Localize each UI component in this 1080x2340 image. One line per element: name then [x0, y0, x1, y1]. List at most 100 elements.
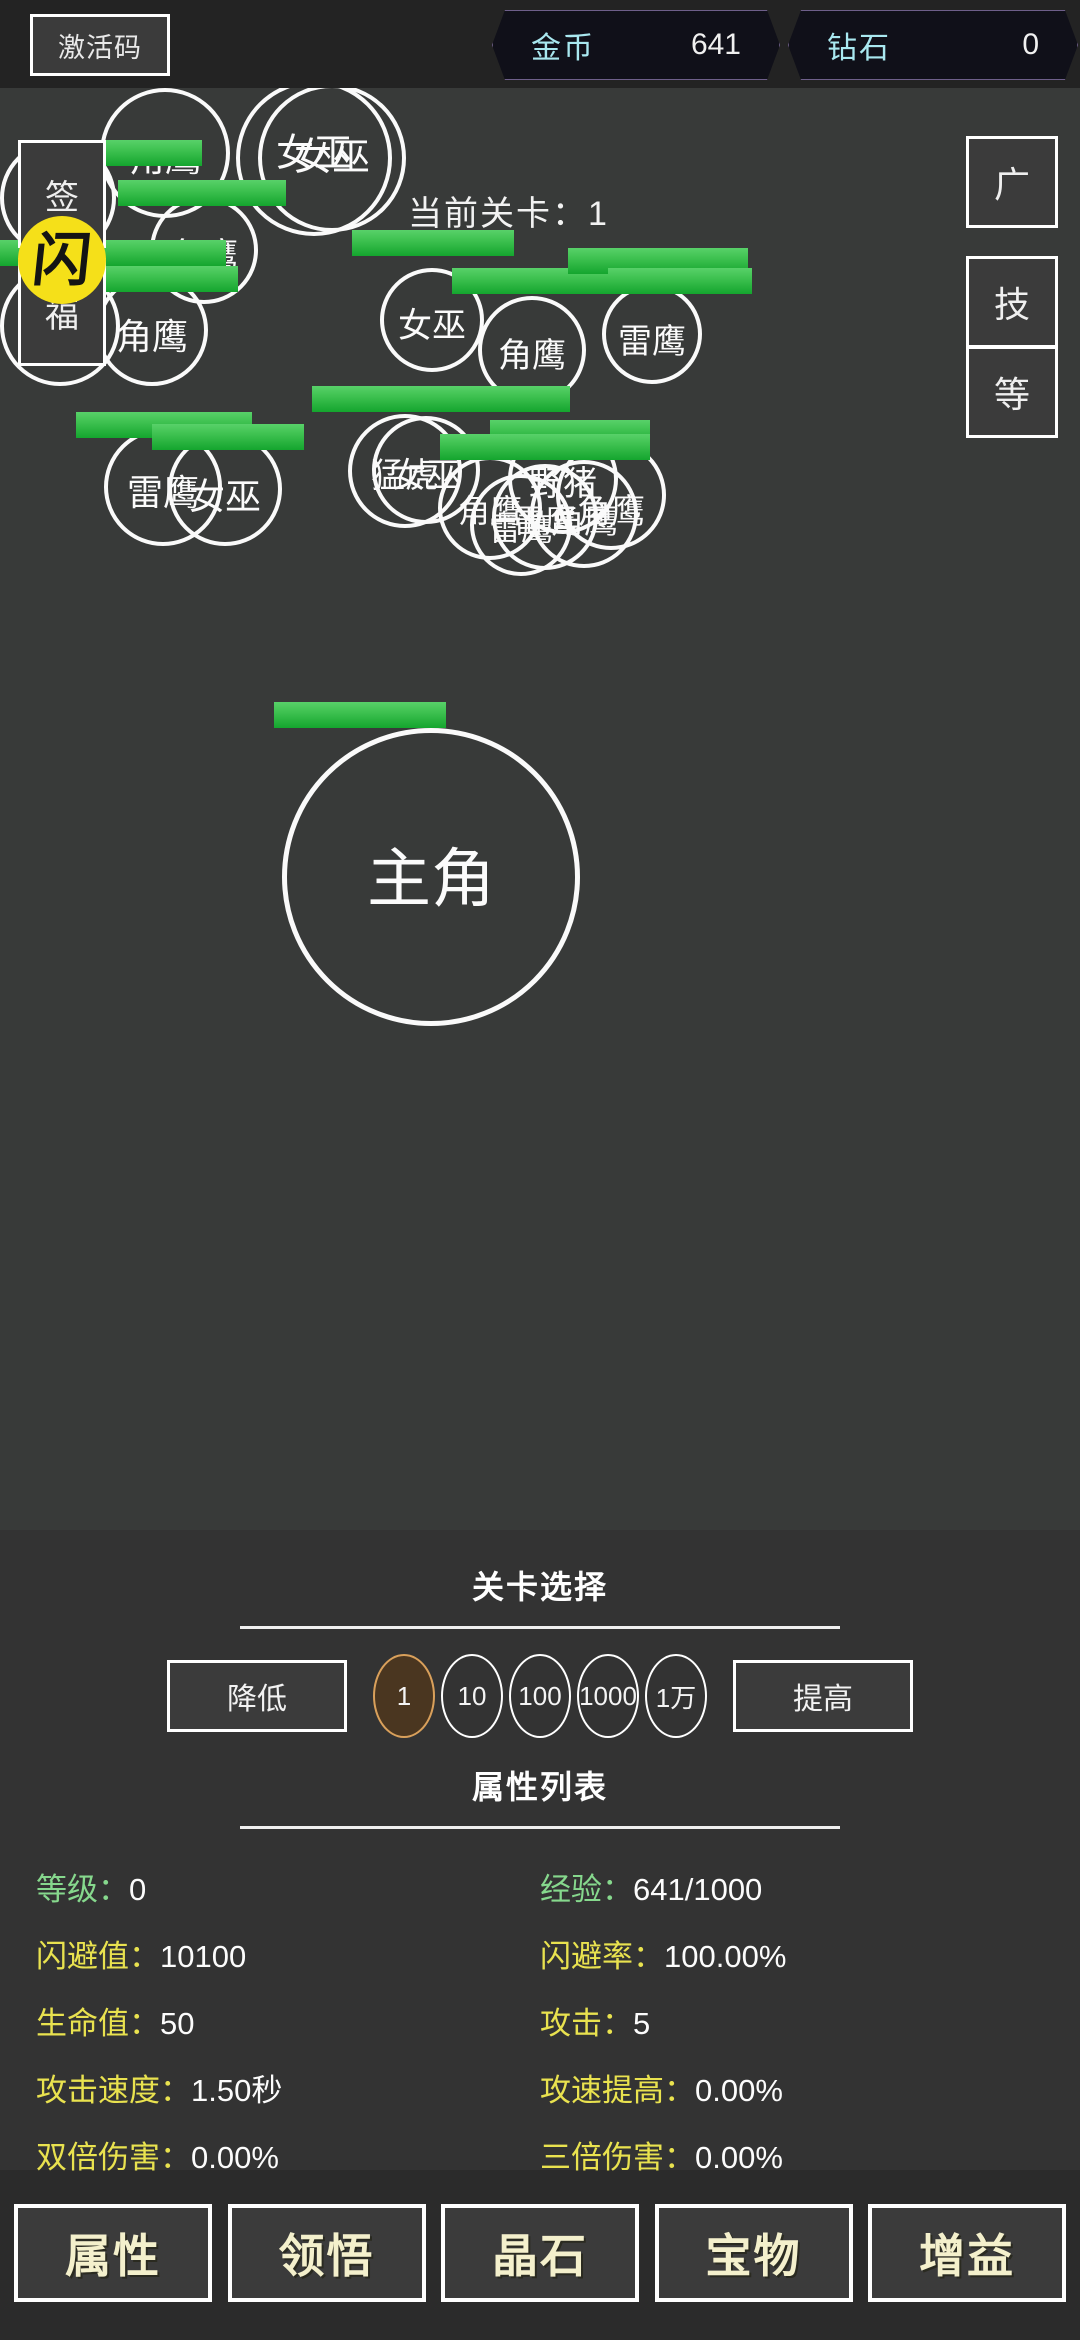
enemy-name: 角鹰 — [498, 337, 566, 375]
level-select-controls: 降低 1 10 100 1000 1万 提高 — [0, 1654, 1080, 1738]
increase-level-button[interactable]: 提高 — [733, 1660, 913, 1732]
nav-button-insight-label: 领悟 — [278, 2230, 375, 2282]
increase-level-label: 提高 — [793, 1683, 853, 1716]
attribute-key: 经验： — [540, 1872, 633, 1907]
gold-currency-panel[interactable]: 金币 641 — [492, 10, 780, 80]
attributes-divider — [240, 1826, 840, 1829]
sidebar-button-rank-label: 等 — [993, 374, 1030, 415]
sidebar-button-ad[interactable]: 广 — [966, 136, 1058, 228]
attribute-row: 闪避率：100.00% — [540, 1931, 1044, 1976]
attribute-key: 闪避值： — [36, 1939, 160, 1974]
nav-button-attributes[interactable]: 属性 — [14, 2204, 212, 2302]
enemy-name: 雷鹰 — [618, 323, 686, 361]
level-select-divider — [240, 1626, 840, 1629]
enemy-hp-bar — [440, 434, 650, 460]
attribute-row: 攻击：5 — [540, 1998, 1044, 2043]
shanlian-logo-text: 闪 — [29, 226, 95, 294]
hero-hp-bar — [274, 702, 446, 728]
enemy-name: 角鹰 — [577, 493, 645, 531]
attribute-row: 经验：641/1000 — [540, 1864, 1044, 1909]
attribute-row: 生命值：50 — [36, 1998, 540, 2043]
attribute-row: 攻击速度：1.50秒 — [36, 2065, 540, 2110]
attribute-value: 0.00% — [695, 2073, 783, 2108]
attribute-key: 攻速提高： — [540, 2073, 695, 2108]
game-screen: 激活码 金币 641 钻石 0 角鹰 野 — [0, 0, 1080, 2340]
attribute-value: 10100 — [160, 1939, 247, 1974]
nav-button-buff-label: 增益 — [919, 2230, 1015, 2282]
nav-button-insight[interactable]: 领悟 — [227, 2204, 426, 2302]
attribute-row: 双倍伤害：0.00% — [36, 2132, 540, 2177]
step-chip-1[interactable]: 1 — [373, 1654, 435, 1738]
attribute-value: 0 — [129, 1872, 147, 1907]
attribute-key: 双倍伤害： — [36, 2140, 191, 2175]
bottom-panel: 关卡选择 降低 1 10 100 1000 1万 提高 属性列表 等级：0 经验… — [0, 1530, 1080, 2175]
battle-field: 角鹰 野猪 女巫 女巫 野猪 角鹰 角鹰 女巫 — [0, 88, 1080, 1530]
attributes-title: 属性列表 — [471, 1769, 608, 1805]
attributes-grid: 等级：0 经验：641/1000 闪避值：10100 闪避率：100.00% 生… — [0, 1864, 1080, 2177]
nav-button-treasure[interactable]: 宝物 — [654, 2204, 853, 2302]
decrease-level-button[interactable]: 降低 — [167, 1660, 347, 1732]
attributes-section: 属性列表 — [0, 1762, 1080, 1829]
hero-unit[interactable]: 主角 — [282, 728, 580, 1026]
step-chip-1-label: 1 — [396, 1680, 412, 1711]
attribute-value: 0.00% — [695, 2140, 783, 2175]
sidebar-button-signin-label: 签 — [45, 178, 79, 217]
nav-button-treasure-label: 宝物 — [705, 2230, 802, 2282]
attribute-value: 50 — [160, 2006, 195, 2041]
step-chip-100-label: 100 — [518, 1680, 562, 1711]
attribute-value: 5 — [633, 2006, 651, 2041]
attribute-key: 三倍伤害： — [540, 2140, 695, 2175]
step-chip-1000[interactable]: 1000 — [577, 1654, 639, 1738]
enemy-name: 角鹰 — [115, 316, 188, 357]
level-select-title: 关卡选择 — [471, 1569, 608, 1605]
enemy-hp-bar — [312, 386, 570, 412]
enemy-hp-bar — [152, 424, 304, 450]
step-chip-1000-label: 1000 — [579, 1680, 637, 1711]
diamond-currency-panel[interactable]: 钻石 0 — [788, 10, 1078, 80]
gold-value: 641 — [690, 28, 741, 61]
current-stage-label: 当前关卡：1 — [408, 195, 609, 233]
decrease-level-label: 降低 — [227, 1683, 287, 1716]
sidebar-button-skill-label: 技 — [993, 284, 1030, 325]
enemy-unit[interactable]: 女巫 — [258, 88, 406, 232]
activation-code-button[interactable]: 激活码 — [30, 14, 170, 76]
attribute-key: 闪避率： — [540, 1939, 664, 1974]
attribute-value: 1.50秒 — [191, 2073, 283, 2108]
attribute-key: 生命值： — [36, 2006, 160, 2041]
step-chip-10-label: 10 — [457, 1680, 487, 1711]
top-bar: 激活码 金币 641 钻石 0 — [0, 0, 1080, 88]
enemy-hp-bar — [608, 268, 752, 294]
step-size-chips: 1 10 100 1000 1万 — [373, 1654, 707, 1738]
sidebar-button-rank[interactable]: 等 — [966, 346, 1058, 438]
enemy-name: 女巫 — [188, 476, 261, 517]
sidebar-button-skill[interactable]: 技 — [966, 256, 1058, 348]
nav-button-crystal-label: 晶石 — [492, 2230, 588, 2282]
sidebar-button-ad-label: 广 — [993, 164, 1030, 205]
activation-code-label: 激活码 — [58, 32, 142, 63]
attribute-key: 等级： — [36, 1872, 129, 1907]
level-select-section: 关卡选择 — [0, 1562, 1080, 1629]
attribute-value: 0.00% — [191, 2140, 279, 2175]
attribute-row: 三倍伤害：0.00% — [540, 2132, 1044, 2177]
nav-button-buff[interactable]: 增益 — [868, 2204, 1066, 2302]
enemy-name: 女巫 — [398, 307, 466, 345]
enemy-unit[interactable]: 雷鹰 — [602, 284, 702, 384]
attribute-key: 攻击速度： — [36, 2073, 191, 2108]
attribute-row: 闪避值：10100 — [36, 1931, 540, 1976]
attribute-row: 攻速提高：0.00% — [540, 2065, 1044, 2110]
nav-button-attributes-label: 属性 — [65, 2230, 161, 2282]
diamond-label: 钻石 — [827, 32, 891, 65]
shanlian-logo-icon[interactable]: 闪 — [18, 216, 106, 304]
enemy-hp-bar — [118, 180, 286, 206]
enemy-name: 女巫 — [293, 137, 370, 179]
step-chip-10[interactable]: 10 — [441, 1654, 503, 1738]
step-chip-10000-label: 1万 — [655, 1682, 697, 1713]
attribute-value: 641/1000 — [633, 1872, 763, 1907]
attribute-key: 攻击： — [540, 2006, 633, 2041]
nav-button-crystal[interactable]: 晶石 — [441, 2204, 639, 2302]
bottom-navigation: 属性 领悟 晶石 宝物 增益 — [0, 2198, 1080, 2308]
diamond-value: 0 — [1022, 28, 1039, 61]
step-chip-10000[interactable]: 1万 — [645, 1654, 707, 1738]
gold-label: 金币 — [531, 32, 595, 65]
step-chip-100[interactable]: 100 — [509, 1654, 571, 1738]
